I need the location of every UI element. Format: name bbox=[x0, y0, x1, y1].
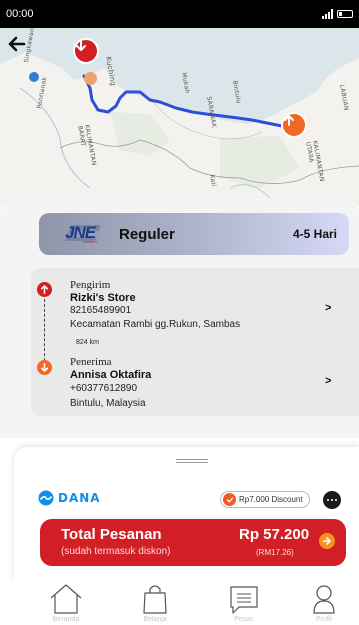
total-amount: Rp 57.200 bbox=[239, 526, 310, 543]
sender-role: Pengirim bbox=[70, 279, 111, 291]
drag-handle[interactable] bbox=[176, 459, 208, 463]
battery-icon bbox=[337, 10, 353, 18]
destination-pin-icon bbox=[281, 112, 307, 138]
status-time: 00:00 bbox=[6, 8, 34, 20]
receiver-chevron-icon[interactable]: > bbox=[325, 375, 331, 387]
back-arrow-icon[interactable] bbox=[6, 34, 28, 54]
arrow-right-icon bbox=[319, 533, 335, 549]
checkout-button[interactable]: Total Pesanan (sudah termasuk diskon) Rp… bbox=[40, 519, 346, 566]
nav-item-messages[interactable]: Pesan bbox=[214, 583, 274, 625]
signal-icon bbox=[322, 9, 333, 19]
receiver-pin-icon bbox=[37, 360, 52, 375]
map-canvas bbox=[0, 28, 359, 206]
sender-pin-icon bbox=[37, 282, 52, 297]
nav-item-home[interactable]: Beranda bbox=[36, 583, 96, 625]
status-icons bbox=[322, 9, 353, 19]
nav-label-home: Beranda bbox=[52, 616, 80, 623]
sender-phone: 82165489901 bbox=[70, 305, 132, 316]
courier-option[interactable]: JNE EXPRESS Reguler 4-5 Hari bbox=[39, 213, 349, 255]
discount-label: Rp7.000 Discount bbox=[239, 495, 303, 504]
nav-label-messages: Pesan bbox=[234, 616, 254, 623]
total-label: Total Pesanan bbox=[61, 526, 162, 543]
courier-service: Reguler bbox=[119, 225, 175, 243]
status-bar: 00:00 bbox=[0, 0, 359, 28]
bottom-nav: Beranda Belanja Pesan Profil bbox=[0, 583, 359, 625]
total-converted: (RM17.26) bbox=[256, 548, 294, 557]
total-note: (sudah termasuk diskon) bbox=[61, 546, 171, 557]
receiver-role: Penerima bbox=[70, 356, 112, 368]
route-map[interactable]: Singkawang Pontianak Kuching Mukah SARAW… bbox=[0, 28, 359, 206]
nav-label-shop: Belanja bbox=[143, 616, 167, 623]
origin-pin-icon bbox=[73, 38, 99, 64]
discount-check-icon bbox=[223, 493, 236, 506]
shopping-bag-icon bbox=[143, 585, 167, 614]
jne-logo: JNE EXPRESS bbox=[61, 221, 105, 247]
sender-name: Rizki's Store bbox=[70, 292, 136, 304]
more-options-icon[interactable] bbox=[323, 491, 341, 509]
map-city-marker-icon bbox=[29, 72, 39, 82]
receiver-address: Bintulu, Malaysia bbox=[70, 398, 146, 409]
nav-label-profile: Profil bbox=[316, 616, 332, 623]
profile-icon bbox=[313, 585, 335, 614]
message-icon bbox=[230, 586, 258, 614]
sender-address: Kecamatan Rambi gg.Rukun, Sambas bbox=[70, 319, 241, 330]
route-divider-line bbox=[44, 299, 45, 361]
payment-method[interactable]: DANA bbox=[38, 490, 101, 506]
home-icon bbox=[50, 584, 82, 614]
receiver-name: Annisa Oktafira bbox=[70, 369, 152, 381]
map-transit-marker-icon bbox=[84, 72, 97, 85]
nav-item-profile[interactable]: Profil bbox=[294, 583, 354, 625]
nav-item-shop[interactable]: Belanja bbox=[125, 583, 185, 625]
dana-logo-icon bbox=[38, 490, 54, 506]
payment-method-label: DANA bbox=[58, 491, 101, 505]
discount-badge[interactable]: Rp7.000 Discount bbox=[220, 491, 310, 508]
courier-eta: 4-5 Hari bbox=[292, 227, 337, 241]
receiver-phone: +60377612890 bbox=[70, 383, 138, 394]
sender-chevron-icon[interactable]: > bbox=[325, 302, 331, 314]
distance-label: 824 km bbox=[76, 339, 99, 346]
